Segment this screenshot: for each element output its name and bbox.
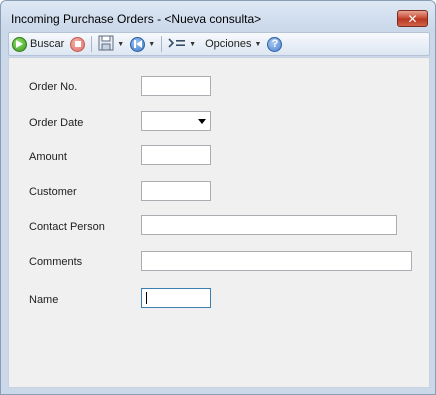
order-date-select[interactable] bbox=[141, 111, 211, 131]
options-menu-button[interactable]: Opciones ▼ bbox=[199, 33, 264, 55]
stop-button[interactable] bbox=[67, 33, 88, 55]
save-dropdown-button[interactable]: ▼ bbox=[95, 33, 127, 55]
order-no-input[interactable] bbox=[141, 76, 211, 96]
contact-person-input[interactable] bbox=[141, 215, 397, 235]
close-button[interactable]: ✕ bbox=[397, 10, 428, 27]
options-label: Opciones bbox=[205, 38, 252, 50]
name-label: Name bbox=[29, 294, 59, 306]
text-cursor bbox=[146, 292, 147, 304]
order-no-label: Order No. bbox=[29, 81, 78, 93]
title-bar[interactable]: Incoming Purchase Orders - <Nueva consul… bbox=[1, 1, 435, 31]
search-button[interactable]: Buscar bbox=[9, 33, 67, 55]
toolbar-separator bbox=[91, 36, 93, 52]
help-icon: ? bbox=[267, 36, 283, 52]
window-title: Incoming Purchase Orders - <Nueva consul… bbox=[11, 12, 262, 26]
go-icon bbox=[12, 36, 27, 52]
stop-icon bbox=[70, 36, 86, 52]
chevron-down-icon: ▼ bbox=[254, 40, 262, 48]
comments-input[interactable] bbox=[141, 251, 412, 271]
amount-label: Amount bbox=[29, 151, 67, 163]
chevron-down-icon: ▼ bbox=[117, 40, 125, 48]
contact-person-label: Contact Person bbox=[29, 221, 105, 233]
amount-input[interactable] bbox=[141, 145, 211, 165]
search-label: Buscar bbox=[30, 38, 65, 50]
close-icon: ✕ bbox=[407, 11, 418, 26]
toolbar: Buscar ▼ ▼ ▼ Opciones ▼ ? bbox=[8, 32, 430, 56]
customer-label: Customer bbox=[29, 186, 77, 198]
chevron-down-icon: ▼ bbox=[148, 40, 156, 48]
first-record-icon bbox=[130, 36, 146, 52]
chevron-down-icon[interactable] bbox=[198, 119, 206, 124]
comments-label: Comments bbox=[29, 256, 83, 268]
form-area: Order No. Order Date Amount Customer Con… bbox=[8, 57, 430, 388]
order-date-label: Order Date bbox=[29, 117, 84, 129]
first-record-button[interactable]: ▼ bbox=[127, 33, 158, 55]
save-icon bbox=[98, 35, 114, 54]
goto-icon bbox=[168, 37, 186, 52]
customer-input[interactable] bbox=[141, 181, 211, 201]
goto-dropdown-button[interactable]: ▼ bbox=[165, 33, 199, 55]
toolbar-separator bbox=[161, 36, 163, 52]
query-window: Incoming Purchase Orders - <Nueva consul… bbox=[0, 0, 436, 395]
help-button[interactable]: ? bbox=[264, 33, 285, 55]
name-input[interactable] bbox=[141, 288, 211, 308]
chevron-down-icon: ▼ bbox=[189, 40, 197, 48]
